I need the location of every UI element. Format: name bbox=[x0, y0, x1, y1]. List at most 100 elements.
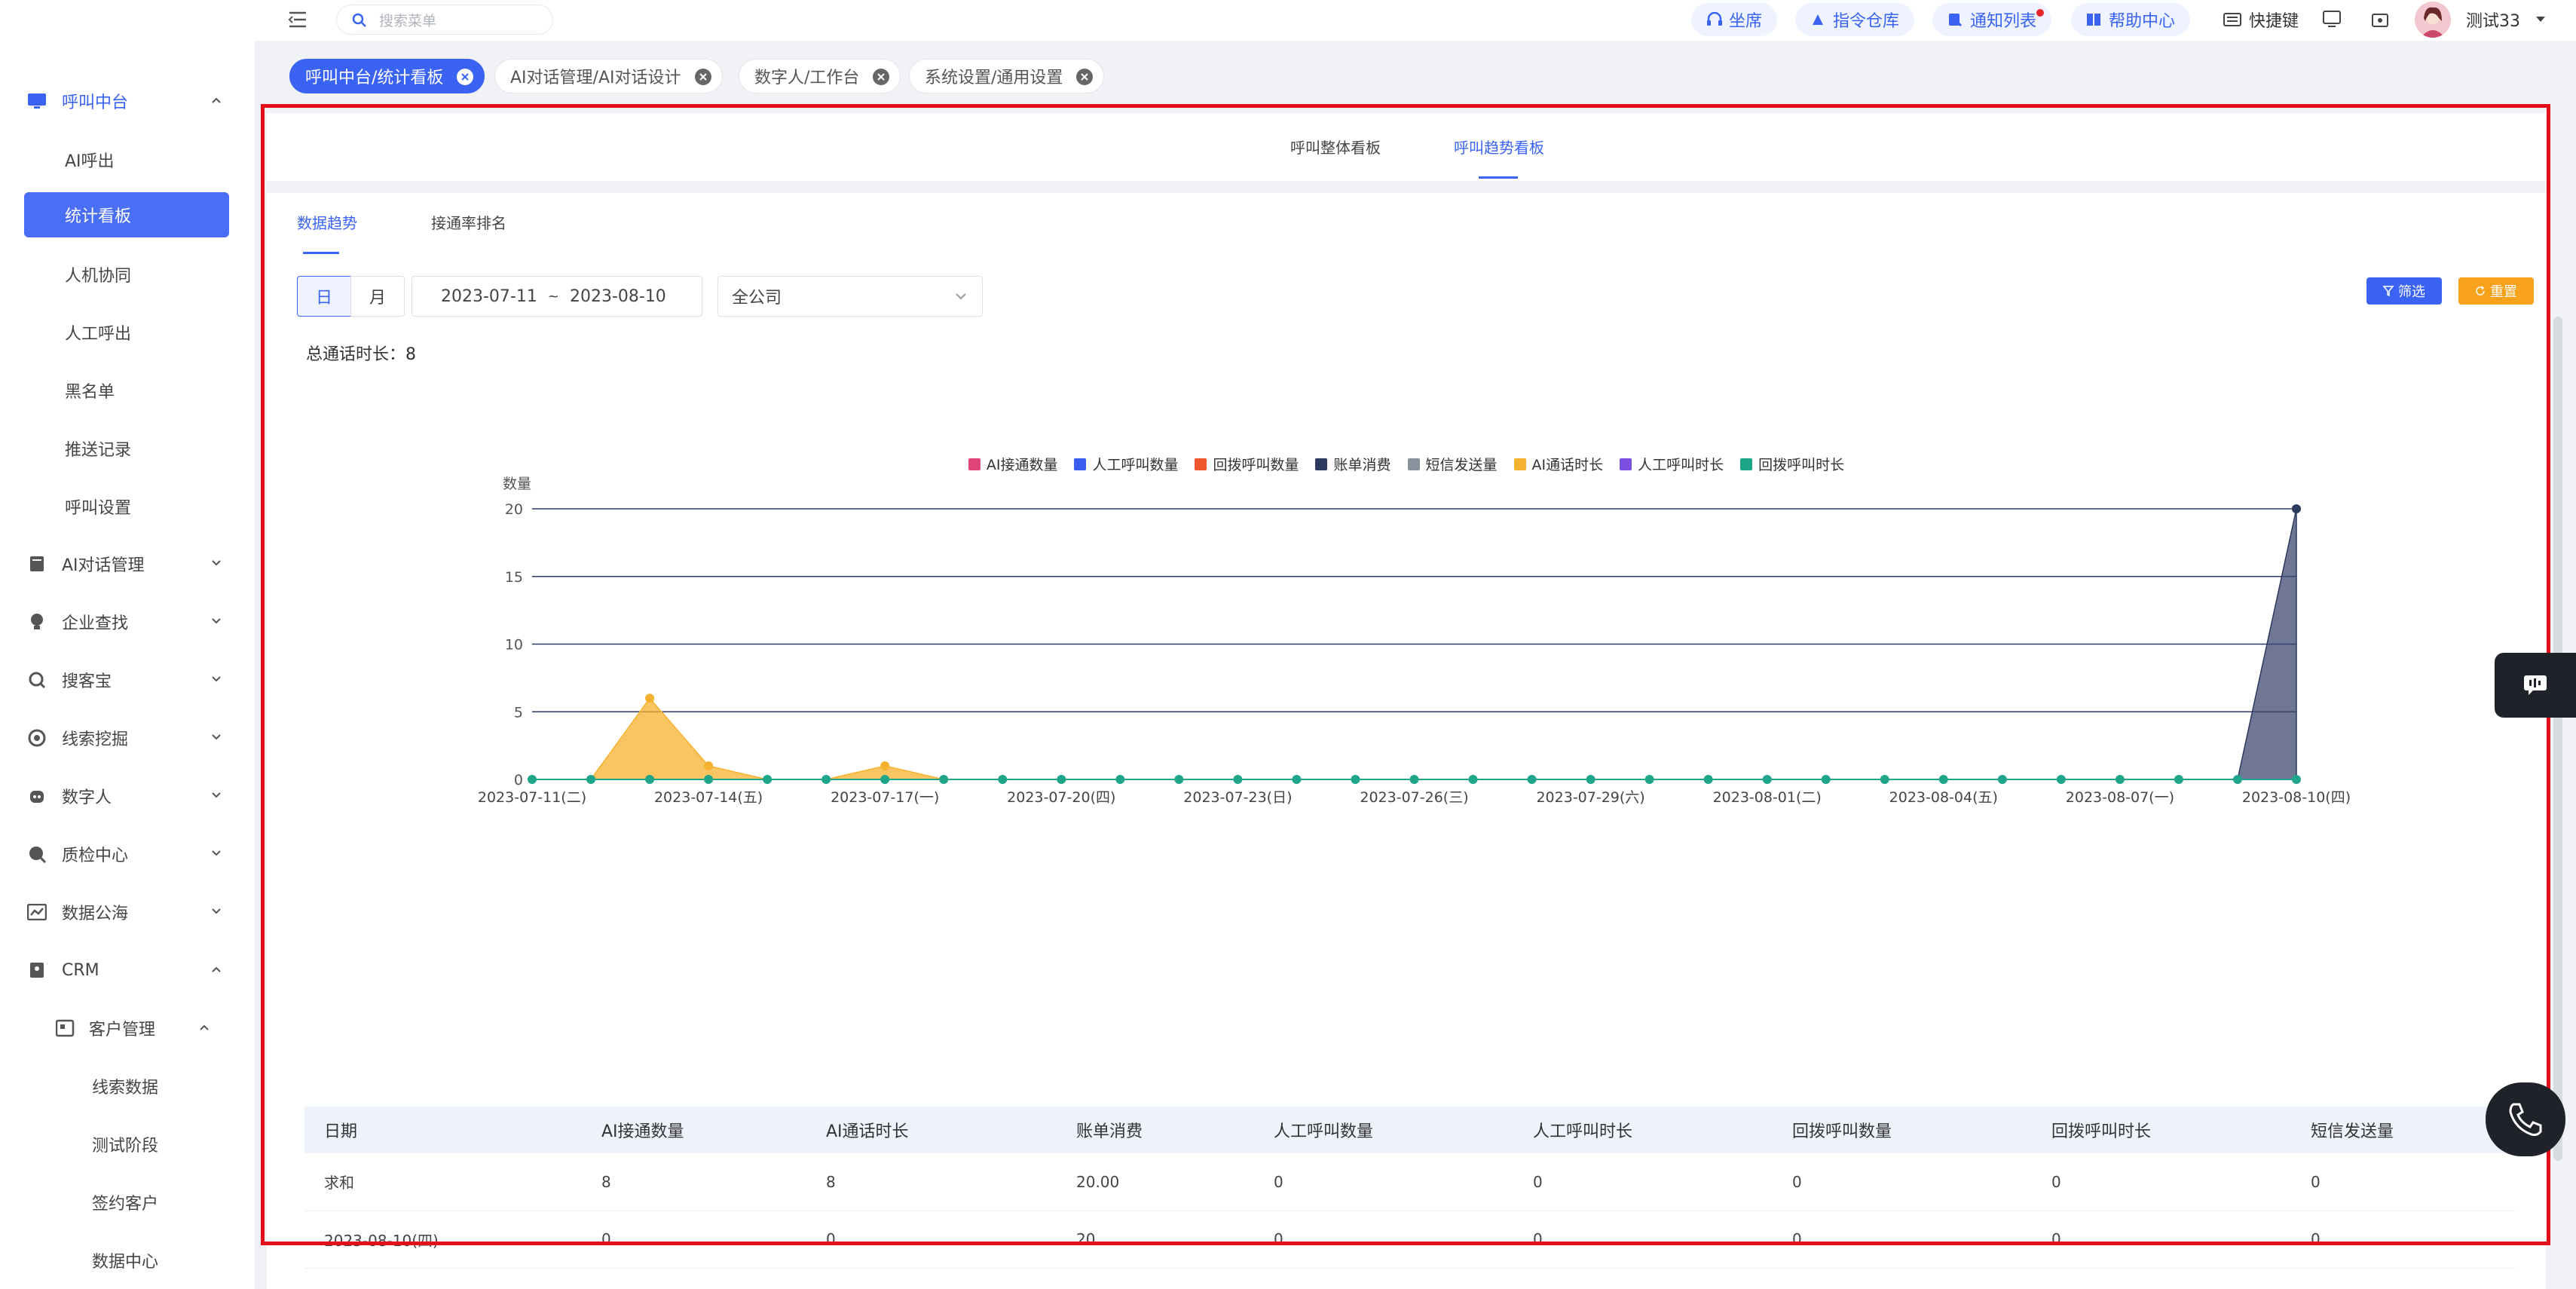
phone-float-button[interactable] bbox=[2486, 1082, 2565, 1156]
sidebar-item-ai-outbound[interactable]: AI呼出 bbox=[24, 137, 229, 182]
help-center-button[interactable]: 帮助中心 bbox=[2071, 3, 2191, 36]
sidebar-group-company-search[interactable]: 企业查找 bbox=[0, 599, 255, 644]
table-header-cell[interactable]: 回拨呼叫时长 bbox=[2032, 1107, 2291, 1153]
table-header-cell[interactable]: 短信发送量 bbox=[2291, 1107, 2516, 1153]
x-tick-label: 2023-08-01(二) bbox=[1713, 789, 1822, 806]
table-header-cell[interactable]: 人工呼叫时长 bbox=[1513, 1107, 1773, 1153]
sidebar-group-ai-dialog[interactable]: AI对话管理 bbox=[0, 541, 255, 586]
sidebar-sub-customer-mgmt[interactable]: 客户管理 bbox=[0, 1006, 255, 1051]
company-select[interactable]: 全公司 bbox=[717, 276, 983, 317]
page-tab-ai-dialog-design[interactable]: AI对话管理/AI对话设计 bbox=[494, 59, 723, 93]
sidebar-group-lead-mining[interactable]: 线索挖掘 bbox=[0, 715, 255, 761]
page-tab-digital-workbench[interactable]: 数字人/工作台 bbox=[739, 59, 901, 93]
trend-chart: 数量 0 5 10 15 20 2023-07-11(二) 2023-07-14(五) 2023… bbox=[478, 476, 2351, 806]
legend-item[interactable]: 回拨呼叫时长 bbox=[1740, 454, 1844, 474]
sidebar-item-signed-customers[interactable]: 签约客户 bbox=[0, 1180, 255, 1225]
data-point bbox=[1527, 775, 1537, 784]
shortcut-button[interactable]: 快捷键 bbox=[2223, 3, 2299, 36]
data-point bbox=[528, 775, 537, 784]
table-row: 2023-08-10(四) 0 0 20 0 0 0 0 0 bbox=[304, 1211, 2516, 1269]
legend-item[interactable]: AI接通数量 bbox=[968, 454, 1057, 474]
page-tab-label: 系统设置/通用设置 bbox=[925, 69, 1063, 87]
reset-button[interactable]: 重置 bbox=[2458, 277, 2534, 305]
sidebar-item-manual-outbound[interactable]: 人工呼出 bbox=[24, 310, 229, 355]
legend-item[interactable]: 短信发送量 bbox=[1407, 454, 1498, 474]
subtab-connect-rank[interactable]: 接通率排名 bbox=[431, 211, 506, 233]
chevron-down-icon bbox=[956, 293, 966, 300]
subtab-data-trend[interactable]: 数据趋势 bbox=[297, 211, 357, 233]
keyboard-icon bbox=[2223, 13, 2241, 26]
page-tab-general-settings[interactable]: 系统设置/通用设置 bbox=[909, 59, 1105, 93]
top-bar: 搜索菜单 坐席 指令仓库 通知列表 帮助中心 快捷键 测试33 bbox=[255, 0, 2576, 41]
notification-list-button[interactable]: 通知列表 bbox=[1932, 3, 2052, 36]
table-header-cell[interactable]: 回拨呼叫数量 bbox=[1773, 1107, 2032, 1153]
avatar[interactable] bbox=[2415, 2, 2451, 38]
data-point bbox=[2056, 775, 2066, 784]
sidebar-group-digital-human[interactable]: 数字人 bbox=[0, 773, 255, 819]
sidebar-group-data-sea[interactable]: 数据公海 bbox=[0, 889, 255, 935]
menu-toggle-icon[interactable] bbox=[288, 11, 307, 29]
tab-overall-board[interactable]: 呼叫整体看板 bbox=[1290, 136, 1381, 158]
table-header-cell[interactable]: AI通话时长 bbox=[806, 1107, 1057, 1153]
close-icon[interactable] bbox=[873, 69, 890, 85]
data-point bbox=[821, 775, 831, 784]
page-tab-stats-board[interactable]: 呼叫中台/统计看板 bbox=[289, 59, 485, 93]
y-tick-label: 15 bbox=[505, 569, 523, 586]
search-placeholder: 搜索菜单 bbox=[379, 12, 437, 29]
table-cell: 0 bbox=[1254, 1153, 1513, 1211]
chevron-down-icon bbox=[212, 850, 221, 856]
sidebar-item-data-center[interactable]: 数据中心 bbox=[0, 1238, 255, 1283]
table-header-cell[interactable]: 日期 bbox=[304, 1107, 582, 1153]
date-range-picker[interactable]: 2023-07-11 ~ 2023-08-10 bbox=[411, 276, 702, 317]
tab-trend-board[interactable]: 呼叫趋势看板 bbox=[1454, 136, 1544, 158]
legend-item[interactable]: 回拨呼叫数量 bbox=[1195, 454, 1299, 474]
lock-screen-icon[interactable] bbox=[2371, 10, 2389, 28]
close-icon[interactable] bbox=[694, 69, 711, 85]
table-cell: 0 bbox=[2032, 1211, 2291, 1269]
table-header-cell[interactable]: 人工呼叫数量 bbox=[1254, 1107, 1513, 1153]
refresh-icon bbox=[2476, 286, 2485, 295]
sidebar-group-qc-center[interactable]: 质检中心 bbox=[0, 831, 255, 877]
legend-item[interactable]: AI通话时长 bbox=[1513, 454, 1603, 474]
sidebar-group-call-center[interactable]: 呼叫中台 bbox=[0, 78, 255, 124]
sidebar-group-crm[interactable]: CRM bbox=[0, 948, 255, 993]
data-point bbox=[704, 761, 714, 771]
filter-button[interactable]: 筛选 bbox=[2366, 277, 2442, 305]
period-day-button[interactable]: 日 bbox=[297, 276, 351, 317]
table-header-cell[interactable]: AI接通数量 bbox=[582, 1107, 806, 1153]
data-point bbox=[1057, 775, 1066, 784]
screen-icon[interactable] bbox=[2323, 11, 2341, 27]
legend-swatch bbox=[1195, 458, 1207, 470]
seat-button[interactable]: 坐席 bbox=[1691, 3, 1778, 36]
sidebar-group-label: 企业查找 bbox=[62, 614, 129, 633]
phone-icon bbox=[2509, 1103, 2542, 1136]
total-duration: 总通话时长：8 bbox=[306, 345, 416, 364]
legend-label: 回拨呼叫数量 bbox=[1213, 457, 1299, 473]
sidebar-item-blacklist[interactable]: 黑名单 bbox=[24, 368, 229, 413]
command-store-button[interactable]: 指令仓库 bbox=[1795, 3, 1915, 36]
table-header-cell[interactable]: 账单消费 bbox=[1057, 1107, 1254, 1153]
sidebar-item-test-stage[interactable]: 测试阶段 bbox=[0, 1122, 255, 1167]
close-icon[interactable] bbox=[457, 69, 474, 85]
scrollbar[interactable] bbox=[2553, 317, 2562, 1161]
sidebar-item-push-records[interactable]: 推送记录 bbox=[24, 426, 229, 471]
legend-label: 账单消费 bbox=[1333, 457, 1391, 473]
close-icon[interactable] bbox=[1076, 69, 1094, 85]
sidebar-item-human-ai[interactable]: 人机协同 bbox=[24, 252, 229, 297]
period-month-button[interactable]: 月 bbox=[350, 276, 405, 317]
command-store-label: 指令仓库 bbox=[1833, 12, 1900, 31]
sidebar-item-stats-board[interactable]: 统计看板 bbox=[24, 192, 229, 237]
data-point bbox=[704, 775, 714, 784]
legend-item[interactable]: 人工呼叫时长 bbox=[1620, 454, 1724, 474]
user-menu[interactable]: 测试33 bbox=[2466, 3, 2546, 36]
sidebar-item-lead-data[interactable]: 线索数据 bbox=[0, 1064, 255, 1109]
sidebar-group-soukebao[interactable]: 搜客宝 bbox=[0, 657, 255, 703]
search-input[interactable]: 搜索菜单 bbox=[336, 5, 553, 35]
legend-item[interactable]: 账单消费 bbox=[1315, 454, 1391, 474]
legend-swatch bbox=[968, 458, 981, 470]
legend-item[interactable]: 人工呼叫数量 bbox=[1074, 454, 1178, 474]
chat-float-button[interactable] bbox=[2495, 653, 2576, 718]
data-point bbox=[1351, 775, 1360, 784]
sidebar-item-call-settings[interactable]: 呼叫设置 bbox=[24, 484, 229, 529]
data-point bbox=[2292, 504, 2301, 513]
